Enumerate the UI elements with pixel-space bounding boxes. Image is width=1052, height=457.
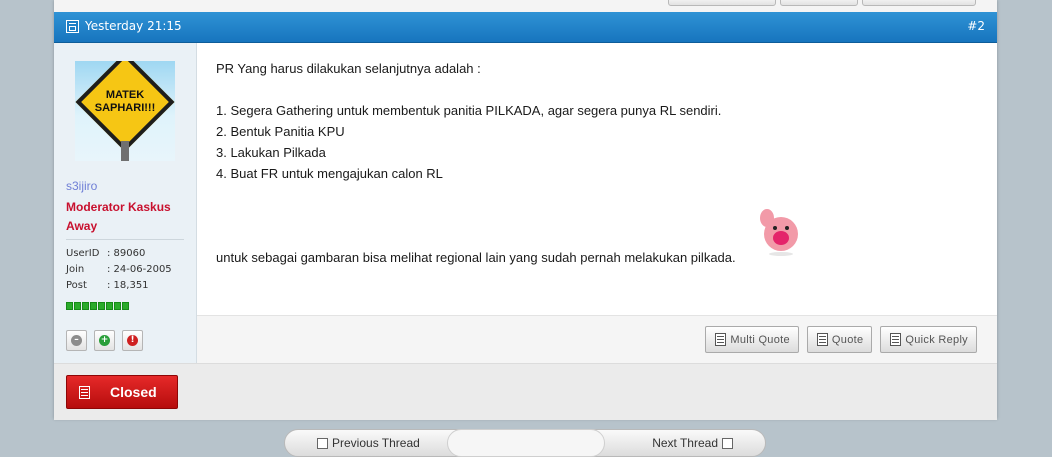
user-status: Away	[66, 219, 98, 233]
previous-thread-icon	[317, 437, 328, 449]
sidebar-divider	[66, 239, 184, 240]
reputation-pip	[74, 302, 81, 310]
reputation-bar	[66, 302, 129, 310]
post-intro: PR Yang harus dilakukan selanjutnya adal…	[216, 61, 481, 76]
multi-quote-icon	[715, 333, 727, 346]
thread-nav-center	[447, 429, 605, 457]
user-role: Moderator Kaskus Away	[66, 198, 186, 236]
sign-post-graphic	[121, 141, 129, 161]
reputation-pip	[106, 302, 113, 310]
multi-quote-button[interactable]: Multi Quote	[705, 326, 799, 353]
stat-label: Join	[66, 264, 85, 275]
post-list-item: 1. Segera Gathering untuk membentuk pani…	[216, 103, 722, 118]
give-negative-rep-button[interactable]: –	[66, 330, 87, 351]
closed-icon	[79, 385, 90, 399]
reputation-pip	[90, 302, 97, 310]
stat-value: : 89060	[107, 248, 146, 259]
user-stats: UserID : 89060 Join : 24-06-2005 Post : …	[66, 246, 172, 294]
closed-label: Closed	[110, 384, 157, 400]
previous-thread-label: Previous Thread	[332, 436, 420, 450]
user-role-title: Moderator Kaskus	[66, 200, 171, 214]
quote-label: Quote	[831, 333, 864, 346]
pinky-emoticon-icon	[760, 209, 798, 256]
stat-value: : 24-06-2005	[107, 264, 172, 275]
quote-icon	[816, 333, 828, 346]
stat-row: UserID : 89060	[66, 246, 172, 262]
multi-quote-label: Multi Quote	[730, 333, 790, 346]
post-header: Yesterday 21:15 #2	[54, 12, 997, 43]
give-positive-rep-button[interactable]: +	[94, 330, 115, 351]
plus-icon: +	[99, 335, 110, 346]
stat-value: : 18,351	[107, 280, 149, 291]
quick-reply-button[interactable]: Quick Reply	[880, 326, 977, 353]
report-post-button[interactable]: !	[122, 330, 143, 351]
stat-label: UserID	[66, 248, 100, 259]
post-list-item: 3. Lakukan Pilkada	[216, 145, 326, 160]
previous-multi-quote-button[interactable]	[668, 0, 776, 6]
reputation-pip	[114, 302, 121, 310]
previous-quote-button[interactable]	[780, 0, 858, 6]
next-thread-icon	[722, 437, 733, 449]
previous-thread-link[interactable]: Previous Thread	[317, 436, 420, 450]
user-sidebar: MATEK SAPHARI!!! s3ijiro Moderator Kasku…	[54, 43, 197, 363]
minus-icon: –	[71, 335, 82, 346]
post-list-item: 4. Buat FR untuk mengajukan calon RL	[216, 166, 443, 181]
forum-post: Yesterday 21:15 #2 MATEK SAPHARI!!! s3ij…	[54, 0, 997, 420]
previous-quick-reply-button[interactable]	[862, 0, 976, 6]
thread-status-bar: Closed	[54, 363, 997, 420]
post-actions: Multi Quote Quote Quick Reply	[705, 326, 977, 353]
reputation-pip	[66, 302, 73, 310]
post-body: PR Yang harus dilakukan selanjutnya adal…	[216, 58, 976, 268]
reputation-pip	[82, 302, 89, 310]
closed-button[interactable]: Closed	[66, 375, 178, 409]
calendar-icon	[66, 19, 79, 33]
user-actions: – + !	[66, 330, 143, 351]
reputation-pip	[98, 302, 105, 310]
post-date-text: Yesterday 21:15	[85, 19, 182, 33]
previous-post-footer	[54, 0, 997, 12]
next-thread-label: Next Thread	[652, 436, 718, 450]
post-closing: untuk sebagai gambaran bisa melihat regi…	[216, 250, 736, 265]
avatar[interactable]: MATEK SAPHARI!!!	[75, 61, 175, 161]
quote-button[interactable]: Quote	[806, 326, 873, 353]
stat-row: Join : 24-06-2005	[66, 262, 172, 278]
post-list-item: 2. Bentuk Panitia KPU	[216, 124, 345, 139]
username-link[interactable]: s3ijiro	[66, 179, 97, 193]
reputation-pip	[122, 302, 129, 310]
post-date: Yesterday 21:15	[66, 19, 182, 33]
stat-row: Post : 18,351	[66, 278, 172, 294]
stat-label: Post	[66, 280, 87, 291]
quick-reply-label: Quick Reply	[905, 333, 968, 346]
report-icon: !	[127, 335, 138, 346]
post-number-link[interactable]: #2	[967, 19, 985, 33]
quick-reply-icon	[890, 333, 902, 346]
next-thread-link[interactable]: Next Thread	[652, 436, 733, 450]
avatar-text: MATEK SAPHARI!!!	[94, 89, 156, 114]
thread-navigation: Previous Thread Next Thread	[284, 429, 766, 457]
